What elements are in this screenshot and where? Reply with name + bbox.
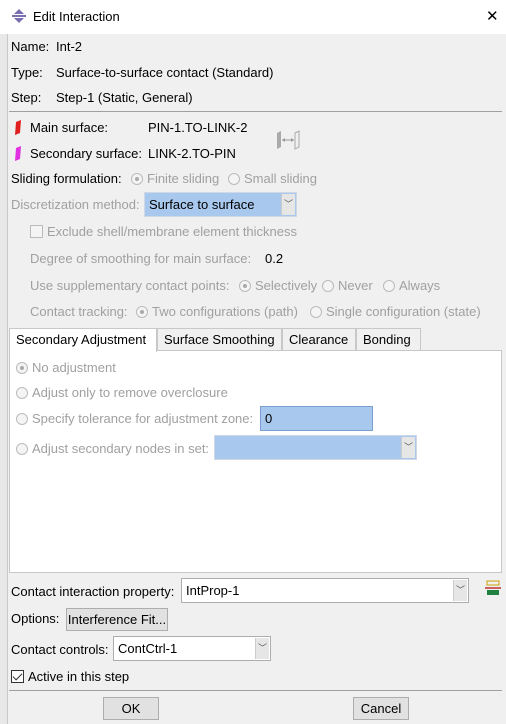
create-property-icon[interactable] xyxy=(485,580,501,596)
tab-secondary-adjustment[interactable]: Secondary Adjustment xyxy=(9,328,157,352)
secondary-surface-value: LINK-2.TO-PIN xyxy=(148,146,236,161)
name-label: Name: xyxy=(11,39,50,54)
specify-tolerance-radio[interactable]: Specify tolerance for adjustment zone: xyxy=(16,411,253,426)
secondary-surface-icon xyxy=(15,146,21,161)
discretization-select[interactable]: Surface to surface ﹀ xyxy=(144,192,297,217)
options-label: Options: xyxy=(11,611,60,626)
swap-surfaces-icon[interactable] xyxy=(276,130,300,150)
controls-select[interactable]: ContCtrl-1 ﹀ xyxy=(113,636,271,661)
active-in-step-checkbox[interactable]: Active in this step xyxy=(11,669,129,684)
name-value: Int-2 xyxy=(56,39,83,54)
smoothing-label: Degree of smoothing for main surface: xyxy=(30,251,252,266)
type-value: Surface-to-surface contact (Standard) xyxy=(56,65,274,80)
smoothing-value: 0.2 xyxy=(265,251,284,266)
supplementary-never-radio[interactable]: Never xyxy=(322,278,373,293)
step-value: Step-1 (Static, General) xyxy=(56,90,193,105)
window-title: Edit Interaction xyxy=(33,9,120,24)
remove-overclosure-radio[interactable]: Adjust only to remove overclosure xyxy=(16,385,228,400)
sliding-finite-radio[interactable]: Finite sliding xyxy=(131,171,219,186)
tab-clearance[interactable]: Clearance xyxy=(282,328,356,351)
separator xyxy=(9,111,502,112)
adjust-node-set-radio[interactable]: Adjust secondary nodes in set: xyxy=(16,441,209,456)
supplementary-label: Use supplementary contact points: xyxy=(30,278,230,293)
property-select[interactable]: IntProp-1 ﹀ xyxy=(181,578,469,603)
close-button[interactable]: ✕ xyxy=(486,7,499,25)
secondary-adjustment-panel xyxy=(9,350,502,573)
sliding-small-radio[interactable]: Small sliding xyxy=(228,171,317,186)
step-label: Step: xyxy=(11,90,42,105)
no-adjustment-radio[interactable]: No adjustment xyxy=(16,360,116,375)
interaction-icon xyxy=(12,9,26,23)
property-label: Contact interaction property: xyxy=(11,584,175,599)
main-surface-icon xyxy=(15,120,21,135)
tab-surface-smoothing[interactable]: Surface Smoothing xyxy=(157,328,282,351)
node-set-select[interactable]: ﹀ xyxy=(214,435,417,460)
type-label: Type: xyxy=(11,65,43,80)
supplementary-always-radio[interactable]: Always xyxy=(383,278,440,293)
main-surface-value: PIN-1.TO-LINK-2 xyxy=(148,120,248,135)
sliding-label: Sliding formulation: xyxy=(11,171,122,186)
tracking-single-config-radio[interactable]: Single configuration (state) xyxy=(310,304,481,319)
exclude-thickness-checkbox[interactable]: Exclude shell/membrane element thickness xyxy=(30,224,297,239)
separator xyxy=(9,690,502,691)
supplementary-selectively-radio[interactable]: Selectively xyxy=(239,278,317,293)
title-bar: Edit Interaction ✕ xyxy=(0,0,506,34)
interference-fit-button[interactable]: Interference Fit... xyxy=(66,608,168,631)
tracking-label: Contact tracking: xyxy=(30,304,128,319)
ok-button[interactable]: OK xyxy=(103,697,159,720)
tolerance-input[interactable]: 0 xyxy=(260,406,373,431)
discretization-label: Discretization method: xyxy=(11,197,140,212)
cancel-button[interactable]: Cancel xyxy=(353,697,409,720)
main-surface-label: Main surface: xyxy=(30,120,109,135)
controls-label: Contact controls: xyxy=(11,642,109,657)
background-window-edge xyxy=(0,34,8,724)
secondary-surface-label: Secondary surface: xyxy=(30,146,143,161)
tab-bonding[interactable]: Bonding xyxy=(356,328,421,351)
tracking-two-config-radio[interactable]: Two configurations (path) xyxy=(136,304,298,319)
